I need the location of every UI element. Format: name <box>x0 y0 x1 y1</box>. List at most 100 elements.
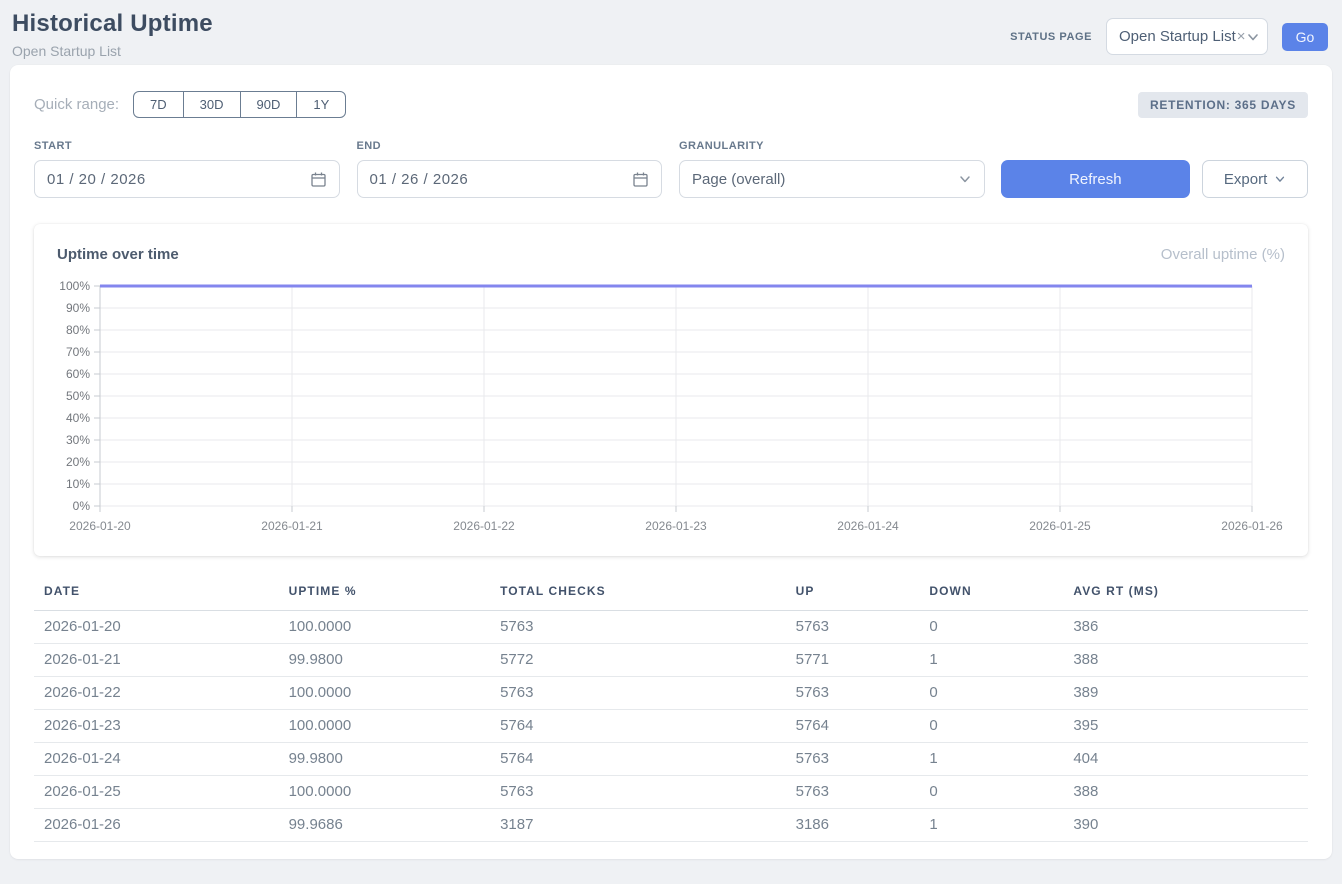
quick-range-7d[interactable]: 7D <box>133 91 184 118</box>
status-page-label: STATUS PAGE <box>1010 31 1092 43</box>
table-cell: 2026-01-23 <box>34 710 279 743</box>
uptime-line-chart: 0%10%20%30%40%50%60%70%80%90%100%2026-01… <box>57 275 1285 537</box>
chart-legend: Overall uptime (%) <box>1161 246 1285 263</box>
quick-range-label: Quick range: <box>34 96 119 113</box>
filters-row: START 01 / 20 / 2026 END 01 / 26 / 2026 … <box>34 140 1308 198</box>
table-row: 2026-01-25100.0000576357630388 <box>34 776 1308 809</box>
table-cell: 5771 <box>786 644 920 677</box>
svg-text:60%: 60% <box>66 367 90 381</box>
table-cell: 5763 <box>490 776 786 809</box>
end-date-input[interactable]: 01 / 26 / 2026 <box>357 160 663 198</box>
table-cell: 5772 <box>490 644 786 677</box>
start-date-label: START <box>34 140 340 152</box>
table-cell: 2026-01-21 <box>34 644 279 677</box>
granularity-select[interactable]: Page (overall) <box>679 160 985 198</box>
table-cell: 404 <box>1063 743 1308 776</box>
quick-range-90d[interactable]: 90D <box>240 91 298 118</box>
chevron-down-icon <box>958 172 972 186</box>
table-cell: 5763 <box>490 611 786 644</box>
svg-text:50%: 50% <box>66 389 90 403</box>
end-date-value: 01 / 26 / 2026 <box>370 171 469 188</box>
uptime-table: DATEUPTIME %TOTAL CHECKSUPDOWNAVG RT (MS… <box>34 580 1308 842</box>
table-body: 2026-01-20100.00005763576303862026-01-21… <box>34 611 1308 842</box>
table-cell: 2026-01-25 <box>34 776 279 809</box>
calendar-icon[interactable] <box>310 171 327 188</box>
table-cell: 2026-01-24 <box>34 743 279 776</box>
granularity-label: GRANULARITY <box>679 140 985 152</box>
status-page-controls: STATUS PAGE Open Startup List × Go <box>1010 18 1328 55</box>
retention-badge: RETENTION: 365 DAYS <box>1138 92 1308 118</box>
title-block: Historical Uptime Open Startup List <box>12 10 213 59</box>
end-date-field: END 01 / 26 / 2026 <box>357 140 663 198</box>
uptime-chart-card: Uptime over time Overall uptime (%) 0%10… <box>34 224 1308 556</box>
column-header: UPTIME % <box>279 580 490 611</box>
svg-text:80%: 80% <box>66 323 90 337</box>
svg-text:2026-01-25: 2026-01-25 <box>1029 519 1091 533</box>
svg-text:70%: 70% <box>66 345 90 359</box>
start-date-input[interactable]: 01 / 20 / 2026 <box>34 160 340 198</box>
table-cell: 5763 <box>490 677 786 710</box>
chevron-down-icon <box>1274 173 1286 185</box>
table-cell: 390 <box>1063 809 1308 842</box>
status-page-select[interactable]: Open Startup List × <box>1106 18 1268 55</box>
svg-text:2026-01-26: 2026-01-26 <box>1221 519 1283 533</box>
end-date-label: END <box>357 140 663 152</box>
calendar-icon[interactable] <box>632 171 649 188</box>
table-cell: 1 <box>919 809 1063 842</box>
column-header: UP <box>786 580 920 611</box>
table-cell: 1 <box>919 644 1063 677</box>
page-header: Historical Uptime Open Startup List STAT… <box>0 0 1342 65</box>
table-cell: 100.0000 <box>279 677 490 710</box>
table-row: 2026-01-2499.9800576457631404 <box>34 743 1308 776</box>
svg-text:2026-01-22: 2026-01-22 <box>453 519 515 533</box>
table-cell: 2026-01-20 <box>34 611 279 644</box>
table-cell: 0 <box>919 776 1063 809</box>
quick-range-30d[interactable]: 30D <box>183 91 241 118</box>
main-card: Quick range: 7D30D90D1Y RETENTION: 365 D… <box>10 65 1332 859</box>
page-title: Historical Uptime <box>12 10 213 38</box>
table-cell: 100.0000 <box>279 611 490 644</box>
table-cell: 0 <box>919 677 1063 710</box>
table-cell: 5763 <box>786 611 920 644</box>
granularity-selected-value: Page (overall) <box>692 171 785 188</box>
table-cell: 5763 <box>786 743 920 776</box>
export-button[interactable]: Export <box>1202 160 1308 198</box>
table-cell: 1 <box>919 743 1063 776</box>
column-header: DATE <box>34 580 279 611</box>
chevron-down-icon <box>1246 30 1260 44</box>
granularity-field: GRANULARITY Page (overall) <box>679 140 985 198</box>
svg-text:30%: 30% <box>66 433 90 447</box>
table-cell: 395 <box>1063 710 1308 743</box>
svg-text:100%: 100% <box>59 279 90 293</box>
table-row: 2026-01-20100.0000576357630386 <box>34 611 1308 644</box>
page-subtitle: Open Startup List <box>12 43 213 59</box>
quick-range-1y[interactable]: 1Y <box>296 91 346 118</box>
chart-plot-area: 0%10%20%30%40%50%60%70%80%90%100%2026-01… <box>57 275 1285 542</box>
table-cell: 0 <box>919 710 1063 743</box>
table-row: 2026-01-22100.0000576357630389 <box>34 677 1308 710</box>
table-row: 2026-01-2199.9800577257711388 <box>34 644 1308 677</box>
status-page-selected-value: Open Startup List <box>1119 28 1236 45</box>
svg-text:2026-01-23: 2026-01-23 <box>645 519 707 533</box>
uptime-table-wrap: DATEUPTIME %TOTAL CHECKSUPDOWNAVG RT (MS… <box>34 580 1308 842</box>
svg-text:2026-01-20: 2026-01-20 <box>69 519 131 533</box>
table-cell: 388 <box>1063 776 1308 809</box>
start-date-field: START 01 / 20 / 2026 <box>34 140 340 198</box>
quick-range-row: Quick range: 7D30D90D1Y RETENTION: 365 D… <box>34 91 1308 118</box>
table-cell: 99.9800 <box>279 743 490 776</box>
chart-title: Uptime over time <box>57 246 179 263</box>
table-cell: 99.9800 <box>279 644 490 677</box>
table-cell: 2026-01-22 <box>34 677 279 710</box>
refresh-button[interactable]: Refresh <box>1001 160 1191 198</box>
table-cell: 388 <box>1063 644 1308 677</box>
start-date-value: 01 / 20 / 2026 <box>47 171 146 188</box>
svg-text:2026-01-21: 2026-01-21 <box>261 519 323 533</box>
svg-text:20%: 20% <box>66 455 90 469</box>
table-cell: 100.0000 <box>279 710 490 743</box>
table-cell: 5764 <box>490 710 786 743</box>
clear-icon[interactable]: × <box>1237 28 1246 45</box>
table-cell: 389 <box>1063 677 1308 710</box>
table-cell: 0 <box>919 611 1063 644</box>
go-button[interactable]: Go <box>1282 23 1328 51</box>
table-row: 2026-01-2699.9686318731861390 <box>34 809 1308 842</box>
